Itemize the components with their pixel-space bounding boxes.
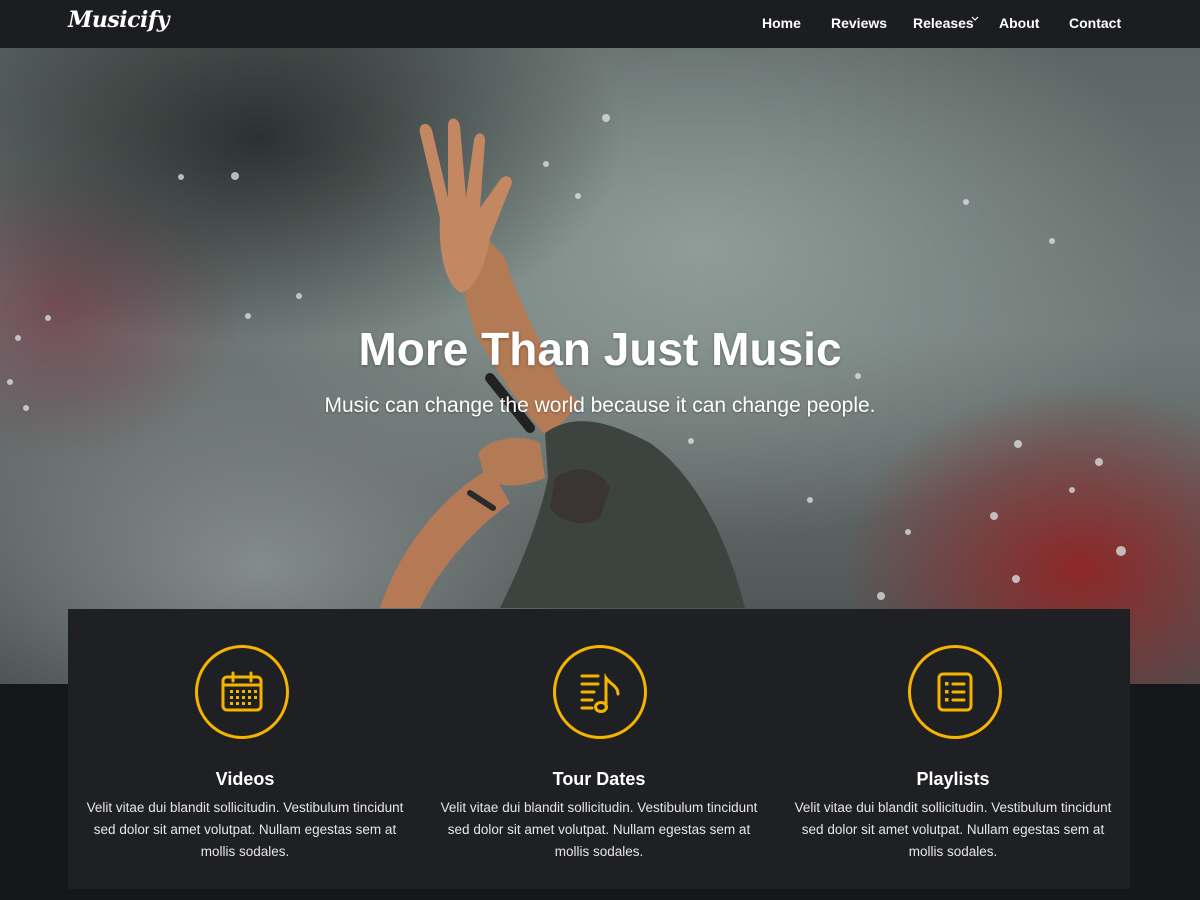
chevron-down-icon[interactable] (971, 13, 979, 25)
feature-description: Velit vitae dui blandit sollicitudin. Ve… (86, 800, 404, 859)
features-panel: Videos Velit vitae dui blandit sollicitu… (68, 609, 1130, 889)
feature-title: Tour Dates (552, 769, 646, 789)
top-navbar: Musicify Home Reviews Releases About Con… (0, 0, 1200, 48)
feature-description: Velit vitae dui blandit sollicitudin. Ve… (440, 800, 758, 859)
feature-icon-circle (195, 645, 289, 739)
feature-card-videos: Videos Velit vitae dui blandit sollicitu… (68, 609, 422, 889)
nav-item-about[interactable]: About (999, 15, 1039, 31)
list-icon (937, 672, 973, 712)
nav-item-reviews[interactable]: Reviews (831, 15, 887, 31)
site-logo[interactable]: Musicify (68, 7, 170, 33)
feature-card-playlists: Playlists Velit vitae dui blandit sollic… (776, 609, 1130, 889)
nav-item-home[interactable]: Home (762, 15, 801, 31)
hero-title: More Than Just Music (358, 323, 842, 375)
hero-banner: More Than Just Music Music can change th… (0, 48, 1200, 684)
feature-title: Videos (215, 769, 275, 789)
music-list-icon (580, 673, 620, 713)
feature-icon-circle (908, 645, 1002, 739)
hero-subtitle: Music can change the world because it ca… (324, 394, 876, 417)
nav-item-releases[interactable]: Releases (913, 15, 974, 31)
feature-icon-circle (553, 645, 647, 739)
nav-item-contact[interactable]: Contact (1069, 15, 1121, 31)
feature-card-tour-dates: Tour Dates Velit vitae dui blandit solli… (422, 609, 776, 889)
feature-description: Velit vitae dui blandit sollicitudin. Ve… (794, 800, 1112, 859)
feature-title: Playlists (916, 769, 990, 789)
calendar-icon (221, 671, 263, 712)
